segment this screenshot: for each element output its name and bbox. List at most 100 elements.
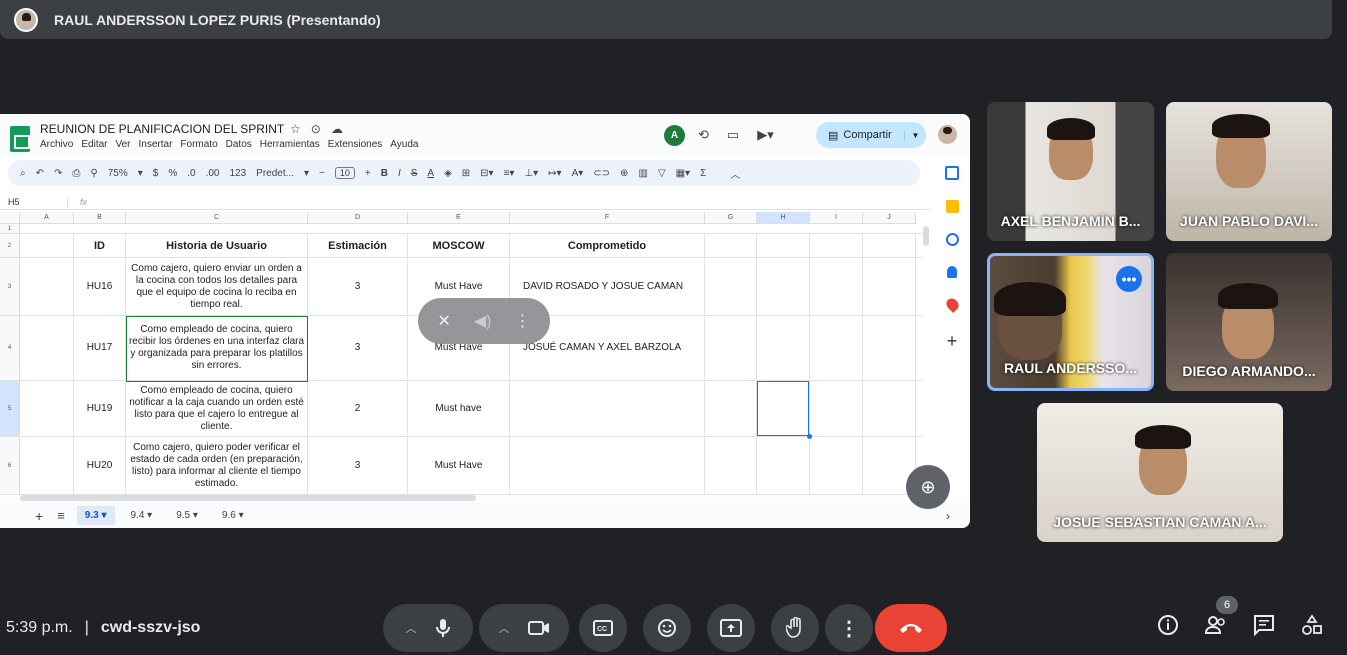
camera-control[interactable]: ︿ bbox=[479, 604, 569, 652]
decrease-decimal-button[interactable]: .0 bbox=[187, 168, 195, 179]
leave-call-button[interactable] bbox=[875, 604, 947, 652]
cell[interactable] bbox=[705, 381, 757, 436]
all-sheets-icon[interactable]: ≡ bbox=[57, 508, 65, 523]
font-increase-icon[interactable]: + bbox=[365, 168, 371, 179]
cell[interactable] bbox=[20, 381, 74, 436]
header-moscow[interactable]: MOSCOW bbox=[408, 234, 510, 257]
print-icon[interactable]: ⎙ bbox=[72, 168, 80, 179]
present-button[interactable] bbox=[707, 604, 755, 652]
contacts-icon[interactable] bbox=[947, 266, 957, 278]
cell-estimate[interactable]: 3 bbox=[308, 258, 408, 315]
search-icon[interactable]: ⌕ bbox=[20, 168, 26, 179]
participant-tile[interactable]: JOSUE SEBASTIAN CAMAN A... bbox=[1037, 403, 1283, 542]
zoom-icon[interactable]: ⊕ bbox=[906, 465, 950, 509]
header-story[interactable]: Historia de Usuario bbox=[126, 234, 308, 257]
wrap-icon[interactable]: ↦▾ bbox=[548, 168, 561, 179]
microphone-icon[interactable] bbox=[435, 618, 451, 638]
text-color-icon[interactable]: A bbox=[427, 168, 434, 179]
zoom-caret-icon[interactable]: ▾ bbox=[138, 168, 143, 179]
more-options-button[interactable]: ⋮ bbox=[825, 604, 873, 652]
history-icon[interactable]: ⟲ bbox=[698, 127, 709, 143]
cell-story[interactable]: Como cajero, quiero poder verificar el e… bbox=[126, 437, 308, 494]
merge-icon[interactable]: ⊟▾ bbox=[480, 168, 493, 179]
cell-story[interactable]: Como empleado de cocina, quiero notifica… bbox=[126, 381, 308, 436]
header-estimate[interactable]: Estimación bbox=[308, 234, 408, 257]
font-decrease-icon[interactable]: − bbox=[319, 168, 325, 179]
menu-editar[interactable]: Editar bbox=[81, 139, 107, 150]
col-header-a[interactable]: A bbox=[20, 212, 74, 224]
font-size-input[interactable]: 10 bbox=[334, 167, 355, 179]
camera-icon[interactable] bbox=[527, 620, 550, 636]
col-header-i[interactable]: I bbox=[810, 212, 863, 224]
participant-tile[interactable]: JUAN PABLO DAVI... bbox=[1166, 102, 1332, 241]
participant-tile[interactable]: DIEGO ARMANDO... bbox=[1166, 253, 1332, 391]
cell[interactable] bbox=[757, 437, 810, 494]
currency-button[interactable]: $ bbox=[153, 168, 159, 179]
increase-decimal-button[interactable]: .00 bbox=[206, 168, 220, 179]
raise-hand-button[interactable] bbox=[771, 604, 819, 652]
corner-cell[interactable] bbox=[0, 212, 20, 224]
col-header-d[interactable]: D bbox=[308, 212, 408, 224]
tab-9-6[interactable]: 9.6 ▾ bbox=[214, 506, 252, 525]
row-number[interactable]: 4 bbox=[0, 316, 20, 380]
expand-side-panel-icon[interactable]: › bbox=[946, 509, 950, 523]
col-header-c[interactable]: C bbox=[126, 212, 308, 224]
valign-icon[interactable]: ⊥▾ bbox=[524, 168, 538, 179]
tasks-icon[interactable] bbox=[945, 233, 959, 246]
meeting-details-icon[interactable] bbox=[1157, 614, 1179, 636]
cell-id[interactable]: HU16 bbox=[74, 258, 126, 315]
undo-icon[interactable]: ↶ bbox=[36, 168, 44, 179]
menu-datos[interactable]: Datos bbox=[226, 139, 252, 150]
participant-tile[interactable]: AXEL BENJAMÍN B... bbox=[987, 102, 1154, 241]
vertical-scrollbar[interactable] bbox=[923, 226, 929, 246]
row-number[interactable]: 5 bbox=[0, 381, 20, 436]
user-avatar[interactable]: A bbox=[664, 125, 685, 146]
cell-id[interactable]: HU17 bbox=[74, 316, 126, 380]
menu-insertar[interactable]: Insertar bbox=[139, 139, 173, 150]
menu-archivo[interactable]: Archivo bbox=[40, 139, 73, 150]
cell-moscow[interactable]: Must Have bbox=[408, 437, 510, 494]
maps-icon[interactable] bbox=[943, 296, 961, 313]
cell-estimate[interactable]: 3 bbox=[308, 316, 408, 380]
more-options-icon[interactable]: ⋮ bbox=[515, 311, 531, 331]
functions-icon[interactable]: Σ bbox=[700, 168, 706, 179]
number-format-button[interactable]: 123 bbox=[229, 168, 246, 179]
cell-estimate[interactable]: 2 bbox=[308, 381, 408, 436]
cell[interactable] bbox=[20, 258, 74, 315]
tab-9-3[interactable]: 9.3 ▾ bbox=[76, 506, 115, 525]
captions-button[interactable]: CC bbox=[579, 604, 627, 652]
add-addon-icon[interactable]: + bbox=[947, 331, 958, 352]
col-header-h[interactable]: H bbox=[757, 212, 810, 224]
cell[interactable] bbox=[20, 437, 74, 494]
cell[interactable] bbox=[705, 234, 757, 257]
cell-id[interactable]: HU19 bbox=[74, 381, 126, 436]
add-sheet-icon[interactable]: + bbox=[35, 508, 43, 524]
comment-icon[interactable]: ⊕ bbox=[620, 168, 628, 179]
cell[interactable] bbox=[863, 234, 916, 257]
participant-more-icon[interactable]: ••• bbox=[1116, 266, 1142, 292]
cell[interactable] bbox=[20, 234, 74, 257]
cell[interactable] bbox=[705, 316, 757, 380]
paint-format-icon[interactable]: ⚲ bbox=[90, 168, 97, 179]
calendar-icon[interactable] bbox=[945, 166, 959, 180]
comments-icon[interactable]: ▭ bbox=[727, 127, 739, 143]
cell[interactable] bbox=[863, 381, 916, 436]
keep-icon[interactable] bbox=[945, 200, 959, 213]
strikethrough-icon[interactable]: S bbox=[411, 168, 418, 179]
collapse-icon[interactable]: ︿ bbox=[730, 166, 740, 181]
col-header-b[interactable]: B bbox=[74, 212, 126, 224]
percent-button[interactable]: % bbox=[168, 168, 177, 179]
cell[interactable] bbox=[810, 234, 863, 257]
activities-icon[interactable] bbox=[1301, 614, 1323, 636]
cell[interactable] bbox=[810, 437, 863, 494]
redo-icon[interactable]: ↷ bbox=[54, 168, 62, 179]
header-committed[interactable]: Comprometido bbox=[510, 234, 705, 257]
cell-story[interactable]: Como cajero, quiero enviar un orden a la… bbox=[126, 258, 308, 315]
cell[interactable] bbox=[810, 316, 863, 380]
cell[interactable] bbox=[757, 258, 810, 315]
cell-moscow[interactable]: Must have bbox=[408, 381, 510, 436]
filter-icon[interactable]: ▽ bbox=[658, 168, 666, 179]
menu-herramientas[interactable]: Herramientas bbox=[260, 139, 320, 150]
cell[interactable] bbox=[757, 234, 810, 257]
selected-cell-h5[interactable] bbox=[757, 381, 809, 436]
